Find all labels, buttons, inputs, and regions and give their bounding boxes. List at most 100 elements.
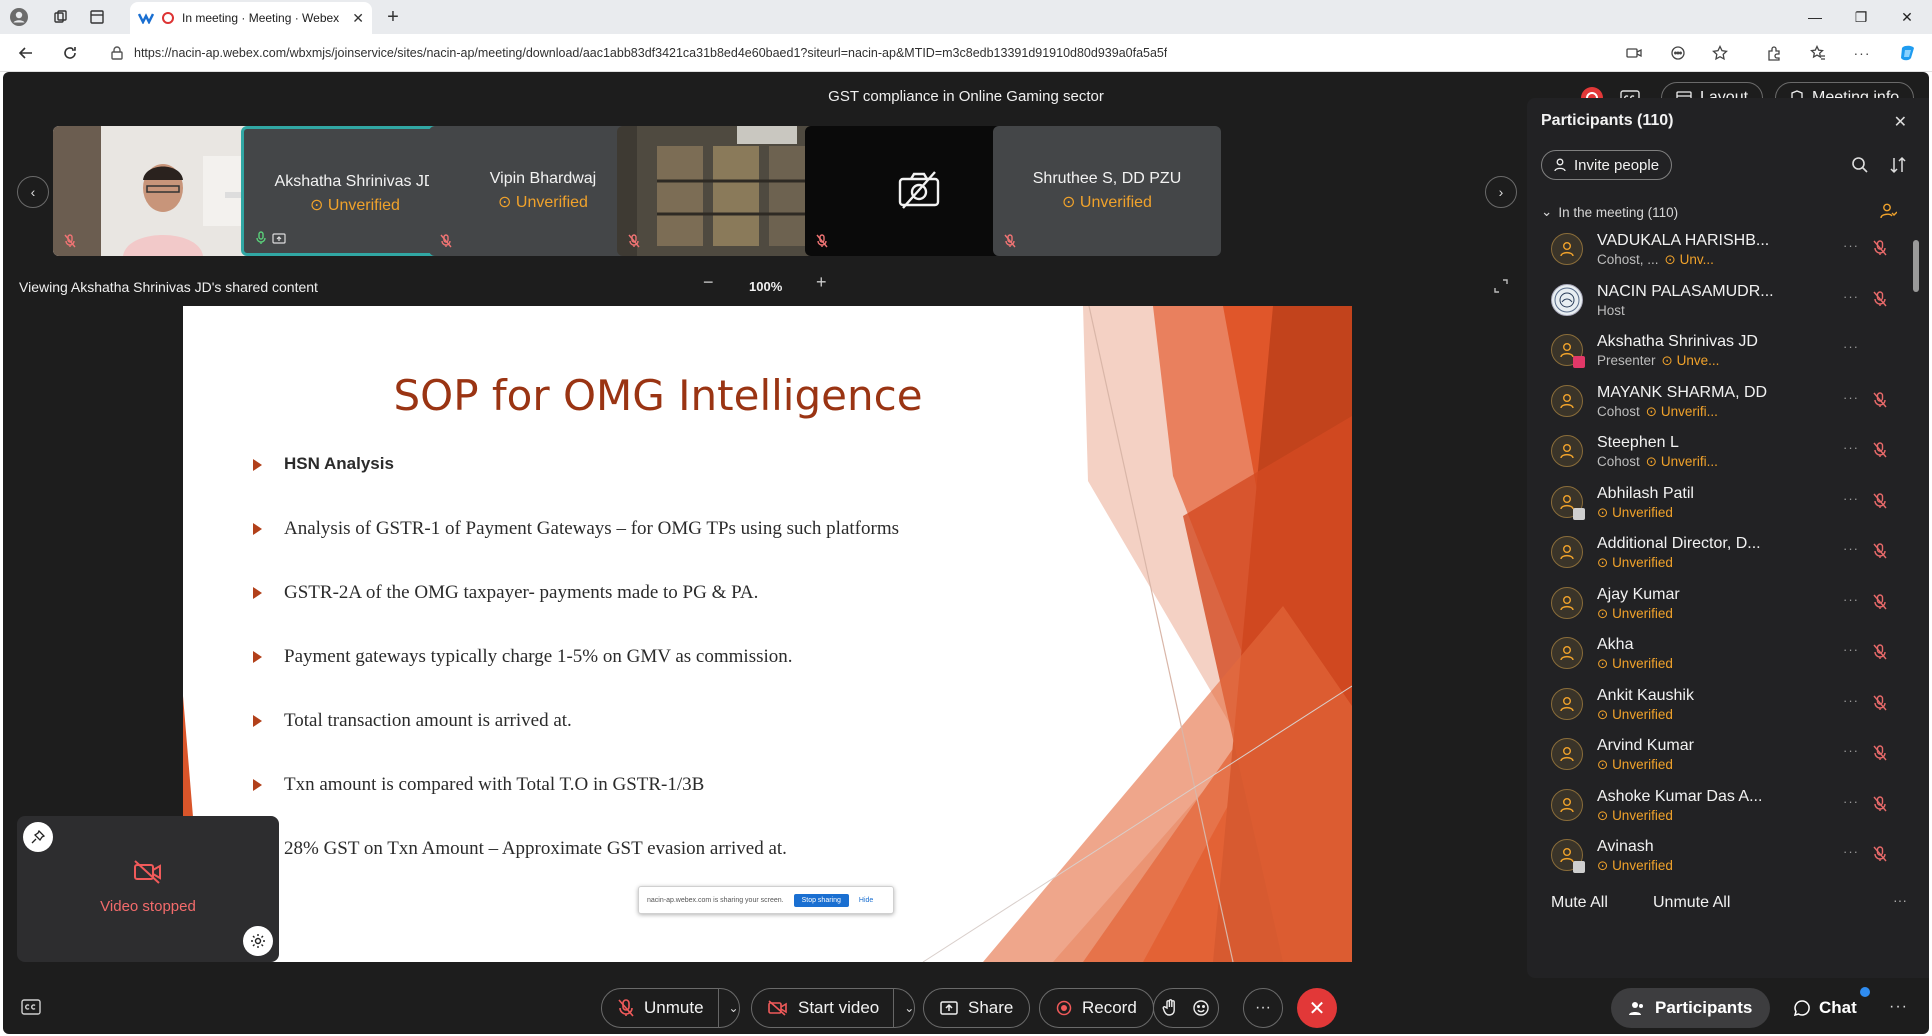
participant-row[interactable]: Additional Director, D... ⊙ Unverified ···	[1527, 529, 1907, 580]
in-meeting-section-toggle[interactable]: ⌄ In the meeting (110)	[1541, 204, 1678, 220]
close-window-button[interactable]: ✕	[1884, 2, 1930, 32]
participant-name: Avinash	[1597, 838, 1654, 855]
url-field[interactable]: https://nacin-ap.webex.com/wbxmjs/joinse…	[110, 40, 1460, 66]
tab-close-icon[interactable]: ✕	[352, 10, 364, 27]
participant-row[interactable]: Arvind Kumar ⊙ Unverified ···	[1527, 731, 1907, 782]
participant-more-icon[interactable]: ···	[1843, 743, 1859, 758]
mute-all-button[interactable]: Mute All	[1551, 894, 1608, 912]
participant-more-icon[interactable]: ···	[1843, 693, 1859, 708]
maximize-button[interactable]: ❐	[1838, 2, 1884, 32]
muted-mic-icon[interactable]	[1873, 694, 1887, 711]
strip-prev-button[interactable]: ‹	[17, 176, 49, 208]
pin-icon[interactable]	[23, 822, 53, 852]
reader-icon[interactable]	[1666, 41, 1690, 65]
more-menu-icon[interactable]: ···	[1889, 998, 1908, 1016]
participant-more-icon[interactable]: ···	[1843, 289, 1859, 304]
muted-mic-icon[interactable]	[1873, 290, 1887, 307]
participant-row[interactable]: Steephen L Cohost ⊙ Unverifi... ···	[1527, 428, 1907, 479]
participant-more-icon[interactable]: ···	[1843, 339, 1859, 354]
participant-row[interactable]: Ashoke Kumar Das A... ⊙ Unverified ···	[1527, 782, 1907, 833]
lobby-person-icon[interactable]	[1879, 202, 1897, 220]
workspaces-icon[interactable]	[48, 4, 74, 30]
unmute-button[interactable]: Unmute ⌄	[601, 988, 740, 1028]
avatar	[1551, 334, 1585, 368]
video-tile-shruthee[interactable]: Shruthee S, DD PZU ⊙ Unverified	[993, 126, 1221, 256]
unmute-all-button[interactable]: Unmute All	[1653, 894, 1730, 912]
start-video-button[interactable]: Start video ⌄	[751, 988, 916, 1028]
chat-button[interactable]: Chat	[1793, 988, 1857, 1028]
gear-icon[interactable]	[243, 926, 273, 956]
hide-share-bar-link[interactable]: Hide	[859, 897, 873, 904]
participant-row[interactable]: NACIN PALASAMUDR... Host ···	[1527, 277, 1907, 328]
muted-mic-icon[interactable]	[1873, 795, 1887, 812]
participant-row[interactable]: Akshatha Shrinivas JD Presenter ⊙ Unve... ·…	[1527, 327, 1907, 378]
sort-icon[interactable]	[1889, 156, 1907, 174]
participants-scrollbar[interactable]	[1911, 224, 1921, 884]
favorite-star-icon[interactable]	[1708, 41, 1732, 65]
participant-row[interactable]: Ankit Kaushik ⊙ Unverified ···	[1527, 681, 1907, 732]
participant-more-icon[interactable]: ···	[1843, 440, 1859, 455]
zoom-in-button[interactable]: +	[816, 272, 827, 293]
invite-people-button[interactable]: Invite people	[1541, 150, 1673, 180]
muted-mic-icon[interactable]	[1873, 492, 1887, 509]
participant-row[interactable]: Abhilash Patil ⊙ Unverified ···	[1527, 479, 1907, 530]
muted-mic-icon[interactable]	[1873, 442, 1887, 458]
strip-next-button[interactable]: ›	[1485, 176, 1517, 208]
avatar	[1551, 738, 1583, 770]
stop-sharing-button[interactable]: Stop sharing	[793, 893, 849, 907]
muted-mic-icon[interactable]	[1873, 391, 1887, 408]
muted-mic-icon[interactable]	[1873, 240, 1887, 256]
video-options-chevron-icon[interactable]: ⌄	[893, 988, 914, 1028]
participants-list: VADUKALA HARISHB... Cohost, ... ⊙ Unv... ··…	[1527, 226, 1907, 882]
profile-icon[interactable]	[6, 4, 32, 30]
more-options-button[interactable]: ···	[1243, 988, 1283, 1028]
participant-more-icon[interactable]: ···	[1843, 541, 1859, 556]
muted-mic-icon[interactable]	[1873, 846, 1887, 862]
favorites-icon[interactable]	[1806, 41, 1830, 65]
browser-menu-icon[interactable]: ···	[1850, 41, 1874, 65]
record-icon	[1056, 1000, 1072, 1016]
avatar	[1551, 233, 1583, 265]
participant-row[interactable]: VADUKALA HARISHB... Cohost, ... ⊙ Unv... ··…	[1527, 226, 1907, 277]
reaction-emoji-icon[interactable]	[1192, 999, 1210, 1017]
participant-row[interactable]: MAYANK SHARMA, DD Cohost ⊙ Unverifi... ···	[1527, 378, 1907, 429]
new-tab-button[interactable]: +	[380, 4, 406, 30]
participant-more-icon[interactable]: ···	[1843, 238, 1859, 253]
muted-mic-icon[interactable]	[1873, 593, 1887, 610]
participant-name: Arvind Kumar	[1597, 737, 1694, 754]
refresh-button[interactable]	[56, 40, 84, 66]
panel-more-icon[interactable]: ···	[1893, 892, 1907, 908]
record-button[interactable]: Record	[1039, 988, 1154, 1028]
raise-hand-icon[interactable]	[1162, 999, 1178, 1017]
tab-actions-icon[interactable]	[84, 4, 110, 30]
muted-mic-icon[interactable]	[1873, 745, 1887, 761]
search-icon[interactable]	[1851, 156, 1869, 174]
participant-more-icon[interactable]: ···	[1843, 642, 1859, 657]
muted-mic-icon[interactable]	[1873, 644, 1887, 660]
audio-options-chevron-icon[interactable]: ⌄	[717, 988, 739, 1028]
extensions-icon[interactable]	[1762, 41, 1786, 65]
lock-icon[interactable]	[110, 46, 124, 60]
minimize-button[interactable]: —	[1792, 2, 1838, 32]
zoom-out-button[interactable]: −	[703, 272, 714, 293]
participant-more-icon[interactable]: ···	[1843, 592, 1859, 607]
participant-row[interactable]: Akha ⊙ Unverified ···	[1527, 630, 1907, 681]
participant-more-icon[interactable]: ···	[1843, 794, 1859, 809]
share-button[interactable]: Share	[923, 988, 1031, 1028]
camera-permission-icon[interactable]	[1622, 41, 1646, 65]
muted-mic-icon[interactable]	[1873, 543, 1887, 559]
expand-icon[interactable]	[1493, 278, 1509, 294]
close-panel-icon[interactable]: ✕	[1894, 112, 1907, 132]
participants-button[interactable]: Participants	[1611, 988, 1771, 1028]
leave-meeting-button[interactable]: ✕	[1297, 988, 1337, 1028]
participant-row[interactable]: Ajay Kumar ⊙ Unverified ···	[1527, 580, 1907, 631]
participant-more-icon[interactable]: ···	[1843, 390, 1859, 405]
tab-webex-meeting[interactable]: In meeting · Meeting · Webex ✕	[130, 2, 372, 34]
copilot-icon[interactable]	[1896, 41, 1920, 65]
captions-icon[interactable]	[21, 999, 43, 1017]
participant-row[interactable]: Avinash ⊙ Unverified ···	[1527, 832, 1907, 882]
participant-more-icon[interactable]: ···	[1843, 491, 1859, 506]
back-button[interactable]	[12, 40, 40, 66]
slide-title: SOP for OMG Intelligence	[393, 371, 923, 420]
participant-more-icon[interactable]: ···	[1843, 844, 1859, 859]
